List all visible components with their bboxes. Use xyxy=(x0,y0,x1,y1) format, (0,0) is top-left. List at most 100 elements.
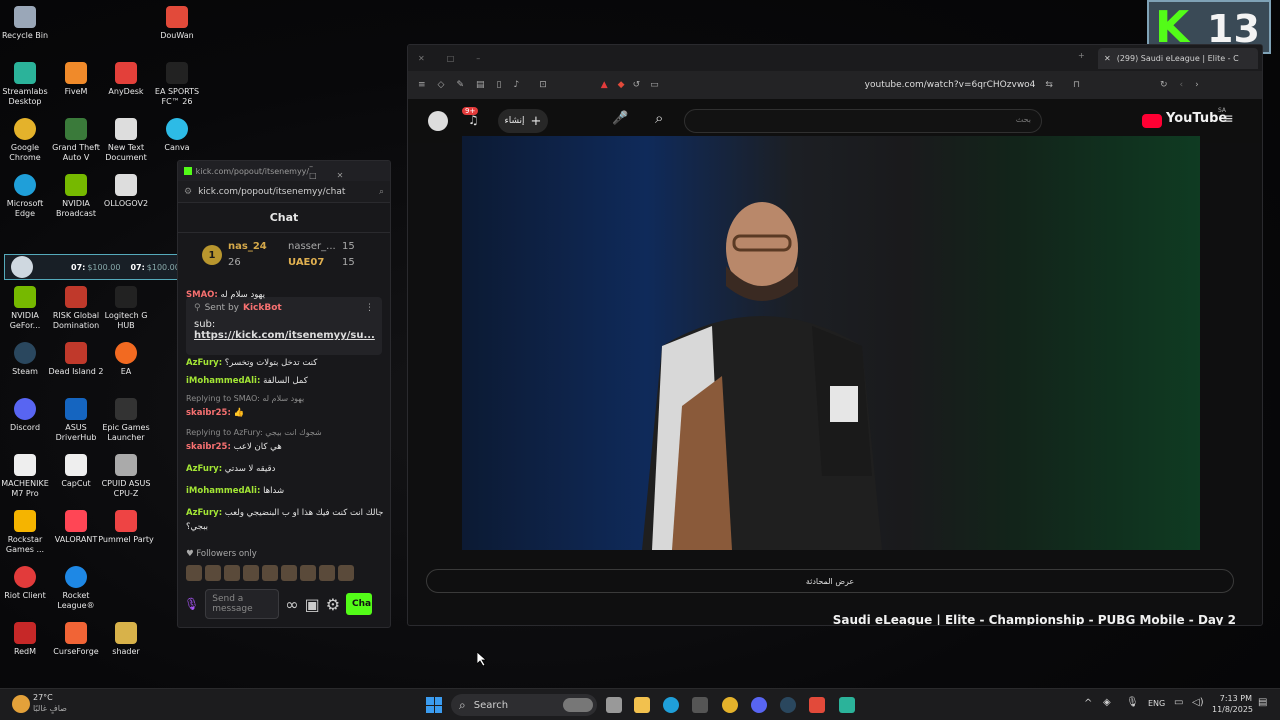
language-indicator[interactable]: ENG xyxy=(1148,699,1165,708)
edge-taskbar-icon[interactable] xyxy=(663,697,679,713)
chrome-taskbar-icon[interactable] xyxy=(722,697,738,713)
weather-icon[interactable] xyxy=(12,695,30,713)
emote[interactable] xyxy=(300,565,316,581)
riot-client-icon[interactable]: Riot Client xyxy=(0,566,53,601)
forward-icon[interactable]: › xyxy=(1195,80,1199,90)
discord-taskbar-icon[interactable] xyxy=(751,697,767,713)
emote[interactable] xyxy=(319,565,335,581)
pinned-message[interactable]: ⚲ Sent by KickBot ⋮ sub: https://kick.co… xyxy=(186,297,382,355)
emote[interactable] xyxy=(224,565,240,581)
extension-icon[interactable]: ◆ xyxy=(618,80,625,90)
brave-shield-icon[interactable]: ▲ xyxy=(601,80,608,90)
emote-bar[interactable] xyxy=(186,565,354,581)
canva-icon[interactable]: Canva xyxy=(149,118,205,153)
machenike-icon[interactable]: MACHENIKE M7 Pro xyxy=(0,454,53,499)
risk-icon[interactable]: RISK Global Domination xyxy=(48,286,104,331)
chat-username[interactable]: SMAO: xyxy=(186,290,218,300)
steam-icon[interactable]: Steam xyxy=(0,342,53,377)
show-chat-button[interactable]: عرض المحادثة xyxy=(426,569,1234,593)
shader-folder-icon[interactable]: shader xyxy=(98,622,154,657)
tray-app-icon[interactable]: ◈ xyxy=(1103,697,1111,708)
tray-mic-icon[interactable]: 🎙 xyxy=(1126,697,1139,708)
leader-user-2[interactable]: nasser_... xyxy=(288,241,336,252)
create-button[interactable]: إنشاء + xyxy=(498,109,548,133)
search-icon[interactable]: ⌕ xyxy=(655,109,663,127)
anydesk-icon[interactable]: AnyDesk xyxy=(98,62,154,97)
streamlabs-icon[interactable]: Streamlabs Desktop xyxy=(0,62,53,107)
task-view-icon[interactable] xyxy=(606,697,622,713)
text-document-icon[interactable]: New Text Document xyxy=(98,118,154,163)
zoom-icon[interactable]: ⌕ xyxy=(379,187,384,197)
douwan-icon[interactable]: DouWan xyxy=(149,6,205,41)
chat-username[interactable]: AzFury: xyxy=(186,508,222,518)
youtube-logo-icon[interactable] xyxy=(1142,114,1162,128)
redm-icon[interactable]: RedM xyxy=(0,622,53,657)
reload-small-icon[interactable]: ↺ xyxy=(633,80,641,90)
more-options-icon[interactable]: ⋮ xyxy=(365,303,374,313)
leader-user-3[interactable]: UAE07 xyxy=(288,257,324,268)
chat-username[interactable]: skaibr25: xyxy=(186,408,231,418)
capcut-icon[interactable]: CapCut xyxy=(48,454,104,489)
bookmark-icon[interactable]: ⊓ xyxy=(1073,80,1080,90)
search-input[interactable]: بحث xyxy=(684,109,1042,133)
send-chat-button[interactable]: Cha xyxy=(346,593,373,615)
chat-username[interactable]: skaibr25: xyxy=(186,442,231,452)
streamlabs-taskbar-icon[interactable] xyxy=(839,697,855,713)
close-tab-icon[interactable]: ✕ xyxy=(1104,54,1111,63)
brave-taskbar-icon[interactable] xyxy=(809,697,825,713)
epic-games-icon[interactable]: Epic Games Launcher xyxy=(98,398,154,443)
taskbar-search[interactable]: ⌕ Search xyxy=(451,694,597,716)
new-tab-icon[interactable]: + xyxy=(1078,51,1085,60)
emote[interactable] xyxy=(205,565,221,581)
gift-icon[interactable]: ▣ xyxy=(305,595,320,614)
window-controls[interactable]: –□✕ xyxy=(309,162,384,180)
start-windows-icon[interactable] xyxy=(426,697,442,713)
settings-gear-icon[interactable]: ⚙ xyxy=(326,595,340,614)
window-controls[interactable]: ✕□– xyxy=(418,54,502,63)
address-bar[interactable]: youtube.com/watch?v=6qrCHOzvwo4 xyxy=(865,80,1036,90)
bell-icon[interactable]: ♫ xyxy=(468,113,479,127)
ollogov2-icon[interactable]: OLLOGOV2 xyxy=(98,174,154,209)
emote[interactable] xyxy=(281,565,297,581)
weather-temp[interactable]: 27°C xyxy=(33,693,53,702)
chat-username[interactable]: AzFury: xyxy=(186,358,222,368)
rockstar-icon[interactable]: Rockstar Games ... xyxy=(0,510,53,555)
pinned-link[interactable]: https://kick.com/itsenemyy/su... xyxy=(194,330,375,341)
screenshot-icon[interactable]: ⊡ xyxy=(539,80,547,90)
rocket-league-icon[interactable]: Rocket League® xyxy=(48,566,104,611)
site-settings-icon[interactable]: ⚙ xyxy=(184,187,192,197)
microphone-icon[interactable]: 🎙 xyxy=(184,597,199,611)
emote[interactable] xyxy=(243,565,259,581)
nvidia-geforce-icon[interactable]: NVIDIA GeFor... xyxy=(0,286,53,331)
fivem-icon[interactable]: FiveM xyxy=(48,62,104,97)
emote-picker-icon[interactable]: ∞ xyxy=(285,595,298,614)
chat-username[interactable]: iMohammedAli: xyxy=(186,486,260,496)
chat-username[interactable]: iMohammedAli: xyxy=(186,376,260,386)
chrome-icon[interactable]: Google Chrome xyxy=(0,118,53,163)
ea-sports-fc-icon[interactable]: EA SPORTS FC™ 26 xyxy=(149,62,205,107)
ea-icon[interactable]: EA xyxy=(98,342,154,377)
discord-icon[interactable]: Discord xyxy=(0,398,53,433)
asus-driverhub-icon[interactable]: ASUS DriverHub xyxy=(48,398,104,443)
reply-context[interactable]: Replying to SMAO: يهود سلام له xyxy=(186,393,386,405)
cast-icon[interactable]: ▭ xyxy=(650,80,659,90)
network-icon[interactable]: ▭ xyxy=(1174,697,1183,708)
avatar[interactable] xyxy=(428,111,448,131)
clock-date[interactable]: 11/8/2025 xyxy=(1212,705,1253,714)
volume-icon[interactable]: ◁) xyxy=(1192,697,1204,708)
curseforge-icon[interactable]: CurseForge xyxy=(48,622,104,657)
reply-context[interactable]: Replying to AzFury: شجوك انت بيجي xyxy=(186,427,386,439)
chat-input[interactable]: Send a message xyxy=(205,589,280,619)
weather-desc[interactable]: صافٍ غالبًا xyxy=(33,704,67,713)
pinned-bot-name[interactable]: KickBot xyxy=(243,303,282,313)
clock-time[interactable]: 7:13 PM xyxy=(1218,694,1252,703)
emote[interactable] xyxy=(262,565,278,581)
gta-v-icon[interactable]: Grand Theft Auto V xyxy=(48,118,104,163)
reload-icon[interactable]: ↻ xyxy=(1160,80,1168,90)
cpuz-icon[interactable]: CPUID ASUS CPU-Z xyxy=(98,454,154,499)
leader-user-1[interactable]: nas_24 xyxy=(228,241,267,252)
video-title[interactable]: Saudi eLeague | Elite - Championship - P… xyxy=(833,613,1236,625)
store-icon[interactable] xyxy=(692,697,708,713)
translate-icon[interactable]: ⇆ xyxy=(1045,80,1053,90)
youtube-tab[interactable]: ✕ (299) Saudi eLeague | Elite - C xyxy=(1098,48,1258,69)
